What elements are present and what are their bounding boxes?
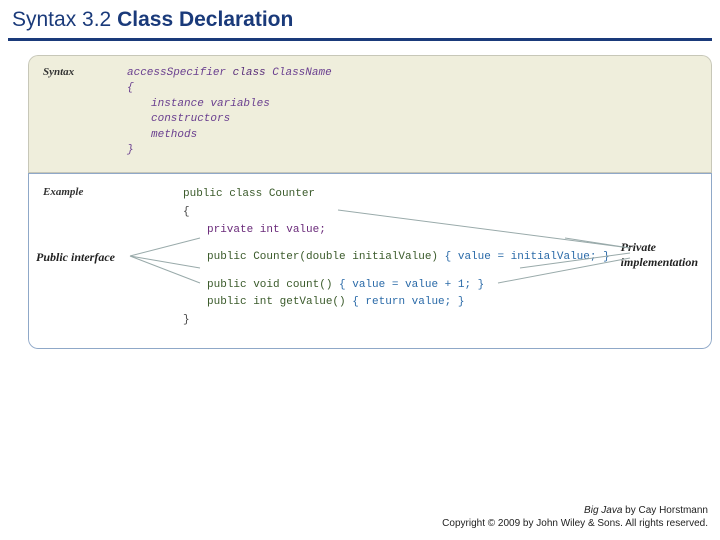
footer-byline: by Cay Horstmann (622, 505, 708, 516)
code-decl: public class Counter (183, 186, 610, 204)
annotation-right-l2: implementation (621, 255, 698, 269)
title-number: 3.2 (82, 8, 111, 31)
annotation-right-l1: Private (621, 240, 656, 254)
code-ctor-body: { value = initialValue; } (445, 251, 610, 263)
footer-copyright: Copyright © 2009 by John Wiley & Sons. A… (442, 517, 708, 530)
code-ctor-sig: public Counter(double initialValue) (207, 251, 438, 263)
footer: Big Java by Cay Horstmann Copyright © 20… (442, 504, 708, 530)
syntax-section: Syntax accessSpecifier class ClassName {… (28, 55, 712, 173)
syntax-member: methods (151, 128, 332, 143)
code-m2-body: { return value; } (352, 296, 464, 308)
syntax-member: constructors (151, 112, 332, 127)
code-m1-sig: public void count() (207, 279, 332, 291)
annotation-private-impl: Private implementation (621, 240, 698, 270)
syntax-brace-open: { (127, 81, 332, 96)
footer-book: Big Java (584, 505, 622, 516)
code-field: private int value; (207, 222, 610, 240)
page-title: Syntax 3.2 Class Declaration (0, 0, 720, 38)
syntax-access: accessSpecifier (127, 67, 226, 79)
syntax-label: Syntax (43, 66, 127, 158)
annotation-public-interface: Public interface (36, 250, 115, 265)
syntax-template: accessSpecifier class ClassName { instan… (127, 66, 332, 158)
code-brace-open: { (183, 204, 610, 222)
code-m2-sig: public int getValue() (207, 296, 346, 308)
syntax-brace-close: } (127, 143, 332, 158)
syntax-class-kw: class (233, 67, 266, 79)
syntax-panel: Syntax accessSpecifier class ClassName {… (28, 55, 712, 349)
title-rule (8, 38, 712, 41)
syntax-classname: ClassName (272, 67, 331, 79)
code-m1-body: { value = value + 1; } (339, 279, 484, 291)
title-name: Class Declaration (117, 8, 293, 31)
example-code: public class Counter { private int value… (183, 186, 610, 329)
title-prefix: Syntax (12, 8, 76, 31)
syntax-member: instance variables (151, 97, 332, 112)
code-brace-close: } (183, 312, 610, 330)
example-section: Example public class Counter { private i… (28, 173, 712, 348)
